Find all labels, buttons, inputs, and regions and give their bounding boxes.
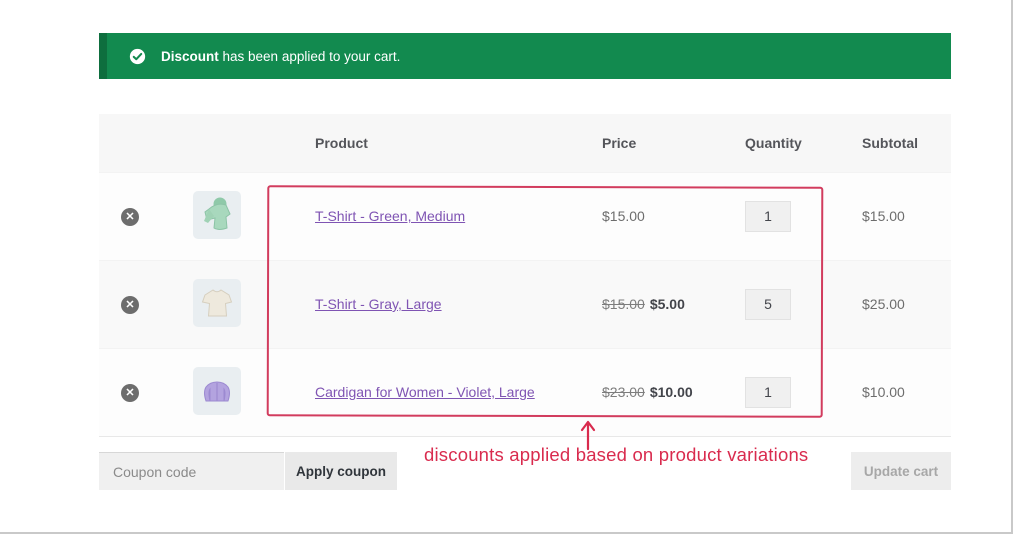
header-price: Price xyxy=(602,134,637,151)
gray-tshirt-image xyxy=(201,288,233,316)
banner-message-bold: Discount xyxy=(161,48,219,64)
circle-x-icon: ✕ xyxy=(125,298,135,311)
violet-cardigan-image xyxy=(204,380,230,401)
cart-row-tshirt-gray: ✕ T-Shirt - Gray, Large $15.00$5.00 $25.… xyxy=(99,260,951,348)
product-thumbnail-violet-cardigan[interactable] xyxy=(193,366,241,415)
coupon-code-input[interactable] xyxy=(99,452,284,490)
subtotal-value: $15.00 xyxy=(862,208,905,224)
subtotal-value: $25.00 xyxy=(862,296,905,312)
cart-row-tshirt-green: ✕ T-Shirt - Green, Medium $15.00 $15.00 xyxy=(99,172,951,260)
product-thumbnail-gray-tshirt[interactable] xyxy=(193,278,241,327)
cart-row-cardigan-violet: ✕ Cardigan for Women - Violet, Large $23… xyxy=(99,348,951,436)
check-circle-icon xyxy=(129,48,146,64)
banner-message: Discount has been applied to your cart. xyxy=(161,49,400,64)
green-hoodie-image xyxy=(204,197,231,230)
cart-actions: Apply coupon Update cart xyxy=(99,452,951,490)
subtotal-value: $10.00 xyxy=(862,384,905,400)
apply-coupon-button[interactable]: Apply coupon xyxy=(285,452,397,490)
price-old: $15.00 xyxy=(602,296,645,312)
success-banner: Discount has been applied to your cart. xyxy=(99,33,951,79)
header-quantity: Quantity xyxy=(745,134,802,151)
quantity-input[interactable] xyxy=(745,288,791,320)
price-new: $5.00 xyxy=(649,296,685,312)
product-thumbnail-green-hoodie[interactable] xyxy=(193,190,241,239)
header-thumbnail xyxy=(161,114,273,172)
cart-header-row: Product Price Quantity Subtotal xyxy=(99,114,951,172)
header-subtotal: Subtotal xyxy=(862,134,918,151)
header-remove xyxy=(99,114,161,172)
cart-table: Product Price Quantity Subtotal ✕ T-Shir… xyxy=(99,114,951,437)
header-product: Product xyxy=(315,134,368,151)
page-frame: Discount has been applied to your cart. … xyxy=(0,0,1013,534)
circle-x-icon: ✕ xyxy=(125,210,135,223)
banner-message-rest: has been applied to your cart. xyxy=(218,48,401,64)
remove-item-button[interactable]: ✕ xyxy=(121,383,139,402)
price-regular: $15.00 xyxy=(602,208,645,224)
product-link[interactable]: T-Shirt - Green, Medium xyxy=(315,208,465,224)
update-cart-button[interactable]: Update cart xyxy=(851,452,951,490)
remove-item-button[interactable]: ✕ xyxy=(121,295,139,314)
price-old: $23.00 xyxy=(602,384,645,400)
price-new: $10.00 xyxy=(649,384,693,400)
product-link[interactable]: Cardigan for Women - Violet, Large xyxy=(315,384,535,400)
product-link[interactable]: T-Shirt - Gray, Large xyxy=(315,296,442,312)
remove-item-button[interactable]: ✕ xyxy=(121,207,139,226)
circle-x-icon: ✕ xyxy=(125,386,135,399)
quantity-input[interactable] xyxy=(745,200,791,232)
quantity-input[interactable] xyxy=(745,376,791,408)
